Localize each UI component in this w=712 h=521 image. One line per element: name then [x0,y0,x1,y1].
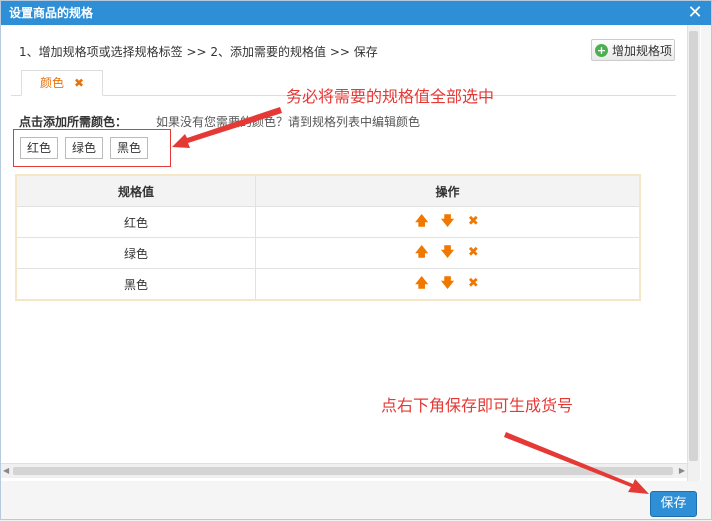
save-button[interactable]: 保存 [650,491,697,517]
vertical-scroll-thumb[interactable] [689,31,698,461]
scroll-right-icon[interactable]: ▶ [679,466,685,475]
move-down-icon[interactable]: 🡇 [441,215,455,229]
row-ops: 🡅 🡇 ✖ [255,206,641,238]
row-value: 绿色 [15,237,256,269]
table-row: 黑色 🡅 🡇 ✖ [15,268,641,301]
table-row: 绿色 🡅 🡇 ✖ [15,237,641,269]
annotation-note-save: 点右下角保存即可生成货号 [381,396,574,415]
dialog-titlebar: 设置商品的规格 ✕ [1,1,711,25]
dialog-title: 设置商品的规格 [9,6,94,20]
scroll-left-icon[interactable]: ◀ [3,466,9,475]
delete-icon[interactable]: ✖ [466,246,480,260]
close-icon[interactable]: ✕ [685,3,705,23]
chip-black[interactable]: 黑色 [110,137,149,159]
move-up-icon[interactable]: 🡅 [415,215,429,229]
add-spec-label: 增加规格项 [612,44,673,58]
dialog-content: 1、增加规格项或选择规格标签 >> 2、添加需要的规格值 >> 保存 + 增加规… [1,25,701,481]
picker-label: 点击添加所需颜色： [19,115,128,129]
row-value: 黑色 [15,268,256,301]
spec-dialog: 设置商品的规格 ✕ 1、增加规格项或选择规格标签 >> 2、添加需要的规格值 >… [0,0,712,520]
vertical-scrollbar[interactable] [687,25,700,481]
move-down-icon[interactable]: 🡇 [441,246,455,260]
header-operation: 操作 [255,174,641,207]
delete-icon[interactable]: ✖ [466,215,480,229]
annotation-note-select: 务必将需要的规格值全部选中 [286,87,495,106]
row-ops: 🡅 🡇 ✖ [255,268,641,301]
steps-text: 1、增加规格项或选择规格标签 >> 2、添加需要的规格值 >> 保存 [19,45,378,59]
chip-green[interactable]: 绿色 [65,137,104,159]
picker-hint: 如果没有您需要的颜色？请到规格列表中编辑颜色 [156,115,421,129]
horizontal-scrollbar[interactable]: ◀ ▶ [1,463,687,478]
move-up-icon[interactable]: 🡅 [415,277,429,291]
horizontal-scroll-thumb[interactable] [13,467,673,475]
delete-icon[interactable]: ✖ [466,277,480,291]
tab-remove-icon[interactable]: ✖ [74,71,84,95]
chip-red[interactable]: 红色 [20,137,59,159]
move-down-icon[interactable]: 🡇 [441,277,455,291]
tab-color[interactable]: 颜色 ✖ [21,70,103,96]
add-spec-button[interactable]: + 增加规格项 [591,39,675,61]
tab-color-label: 颜色 [40,76,65,90]
plus-icon: + [595,44,608,57]
row-value: 红色 [15,206,256,238]
move-up-icon[interactable]: 🡅 [415,246,429,260]
table-row: 红色 🡅 🡇 ✖ [15,206,641,238]
table-header-row: 规格值 操作 [15,174,641,207]
header-spec-value: 规格值 [15,174,256,207]
row-ops: 🡅 🡇 ✖ [255,237,641,269]
spec-table: 规格值 操作 红色 🡅 🡇 ✖ 绿色 🡅 🡇 ✖ 黑色 🡅 🡇 ✖ [15,174,641,301]
